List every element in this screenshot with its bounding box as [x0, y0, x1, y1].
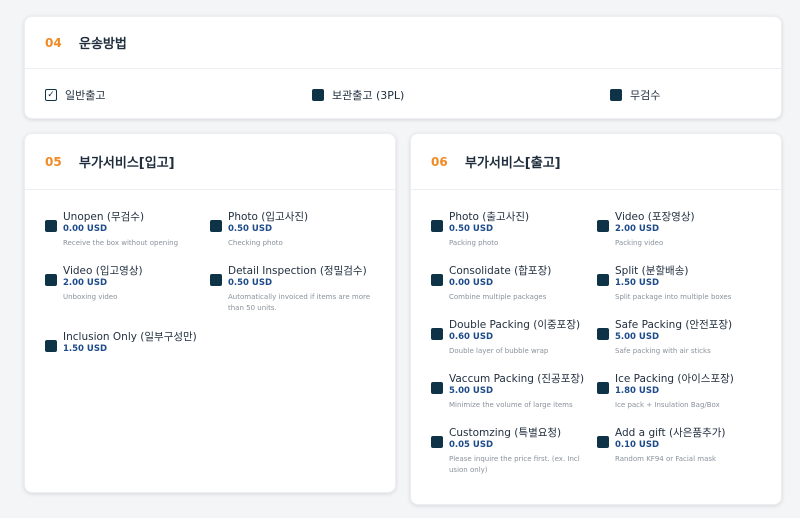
service-name: Vaccum Packing (진공포장) [449, 373, 585, 385]
checkbox-icon[interactable] [597, 436, 609, 448]
service-price: 0.05 USD [449, 440, 494, 450]
service-name: Photo (출고사진) [449, 211, 530, 223]
checkbox-checked-icon[interactable]: ✓ [45, 89, 57, 101]
service-price: 0.00 USD [449, 278, 494, 288]
option-label: 보관출고 (3PL) [332, 89, 405, 102]
service-price: 0.50 USD [228, 278, 273, 288]
checkbox-icon[interactable] [45, 340, 57, 352]
service-price: 2.00 USD [615, 224, 660, 234]
option-label: 무검수 [630, 89, 661, 102]
service-name: Safe Packing (안전포장) [615, 319, 733, 331]
service-description: Please inquire the price first. (ex. Inc… [449, 455, 580, 474]
service-description: Automatically invoiced if items are more… [228, 293, 371, 312]
checkbox-icon[interactable] [597, 382, 609, 394]
section-number: 04 [45, 35, 62, 50]
checkbox-icon[interactable] [431, 274, 443, 286]
option-no-inspection[interactable]: 무검수 [610, 87, 660, 103]
service-name: Split (분할배송) [615, 265, 689, 277]
outbound-services-header: 06 부가서비스[출고] [411, 134, 781, 190]
checkbox-icon[interactable] [597, 328, 609, 340]
section-title: 부가서비스[출고] [465, 156, 561, 171]
checkbox-icon[interactable] [610, 89, 622, 101]
section-number: 06 [431, 154, 448, 169]
service-name: Unopen (무검수) [63, 211, 145, 223]
service-price: 2.00 USD [63, 278, 108, 288]
service-name: Customzing (특별요청) [449, 427, 562, 439]
service-price: 1.50 USD [615, 278, 660, 288]
inbound-services-header: 05 부가서비스[입고] [25, 134, 395, 190]
service-name: Ice Packing (아이스포장) [615, 373, 734, 385]
service-price: 5.00 USD [615, 332, 660, 342]
service-description: Receive the box without opening [63, 239, 179, 247]
service-description: Packing photo [449, 239, 499, 247]
option-general-shipping[interactable]: ✓ 일반출고 [45, 87, 105, 103]
service-description: Packing video [615, 239, 664, 247]
shipping-method-header: 04 운송방법 [25, 17, 781, 69]
checkbox-icon[interactable] [431, 220, 443, 232]
checkbox-icon[interactable] [431, 328, 443, 340]
section-title: 운송방법 [79, 37, 127, 52]
checkbox-icon[interactable] [597, 274, 609, 286]
service-description: Double layer of bubble wrap [449, 347, 549, 355]
service-price: 0.50 USD [449, 224, 494, 234]
service-name: Video (포장영상) [615, 211, 695, 223]
service-description: Split package into multiple boxes [615, 293, 732, 301]
service-price: 5.00 USD [449, 386, 494, 396]
service-description: Random KF94 or Facial mask [615, 455, 717, 463]
checkbox-icon[interactable] [431, 382, 443, 394]
service-price: 0.00 USD [63, 224, 108, 234]
checkbox-icon[interactable] [210, 274, 222, 286]
service-name: Double Packing (이중포장) [449, 319, 581, 331]
checkbox-icon[interactable] [210, 220, 222, 232]
service-description: Safe packing with air sticks [615, 347, 711, 355]
service-name: Detail Inspection (정밀검수) [228, 265, 367, 277]
inbound-services-card: 05 부가서비스[입고] Unopen (무검수) 0.00 USD Recei… [24, 133, 396, 493]
option-label: 일반출고 [65, 89, 106, 102]
service-name: Add a gift (사은품추가) [615, 427, 726, 439]
section-number: 05 [45, 154, 62, 169]
service-description: Unboxing video [63, 293, 118, 301]
service-price: 0.60 USD [449, 332, 494, 342]
checkbox-icon[interactable] [597, 220, 609, 232]
outbound-services-card: 06 부가서비스[출고] Photo (출고사진) 0.50 USD Packi… [410, 133, 782, 505]
service-name: Photo (입고사진) [228, 211, 309, 223]
option-storage-shipping[interactable]: 보관출고 (3PL) [312, 87, 404, 103]
service-name: Video (입고영상) [63, 265, 143, 277]
checkbox-icon[interactable] [45, 274, 57, 286]
service-description: Ice pack + Insulation Bag/Box [615, 401, 720, 409]
service-description: Minimize the volume of large items [449, 401, 573, 409]
section-title: 부가서비스[입고] [79, 156, 175, 171]
service-name: Inclusion Only (일부구성만) [63, 331, 197, 343]
checkbox-icon[interactable] [431, 436, 443, 448]
service-description: Checking photo [228, 239, 283, 247]
checkbox-icon[interactable] [45, 220, 57, 232]
service-price: 0.50 USD [228, 224, 273, 234]
service-name: Consolidate (합포장) [449, 265, 552, 277]
service-price: 1.50 USD [63, 344, 108, 354]
service-description: Combine multiple packages [449, 293, 547, 301]
checkbox-icon[interactable] [312, 89, 324, 101]
shipping-method-card: 04 운송방법 ✓ 일반출고 보관출고 (3PL) 무검수 [24, 16, 782, 119]
service-price: 0.10 USD [615, 440, 660, 450]
service-price: 1.80 USD [615, 386, 660, 396]
